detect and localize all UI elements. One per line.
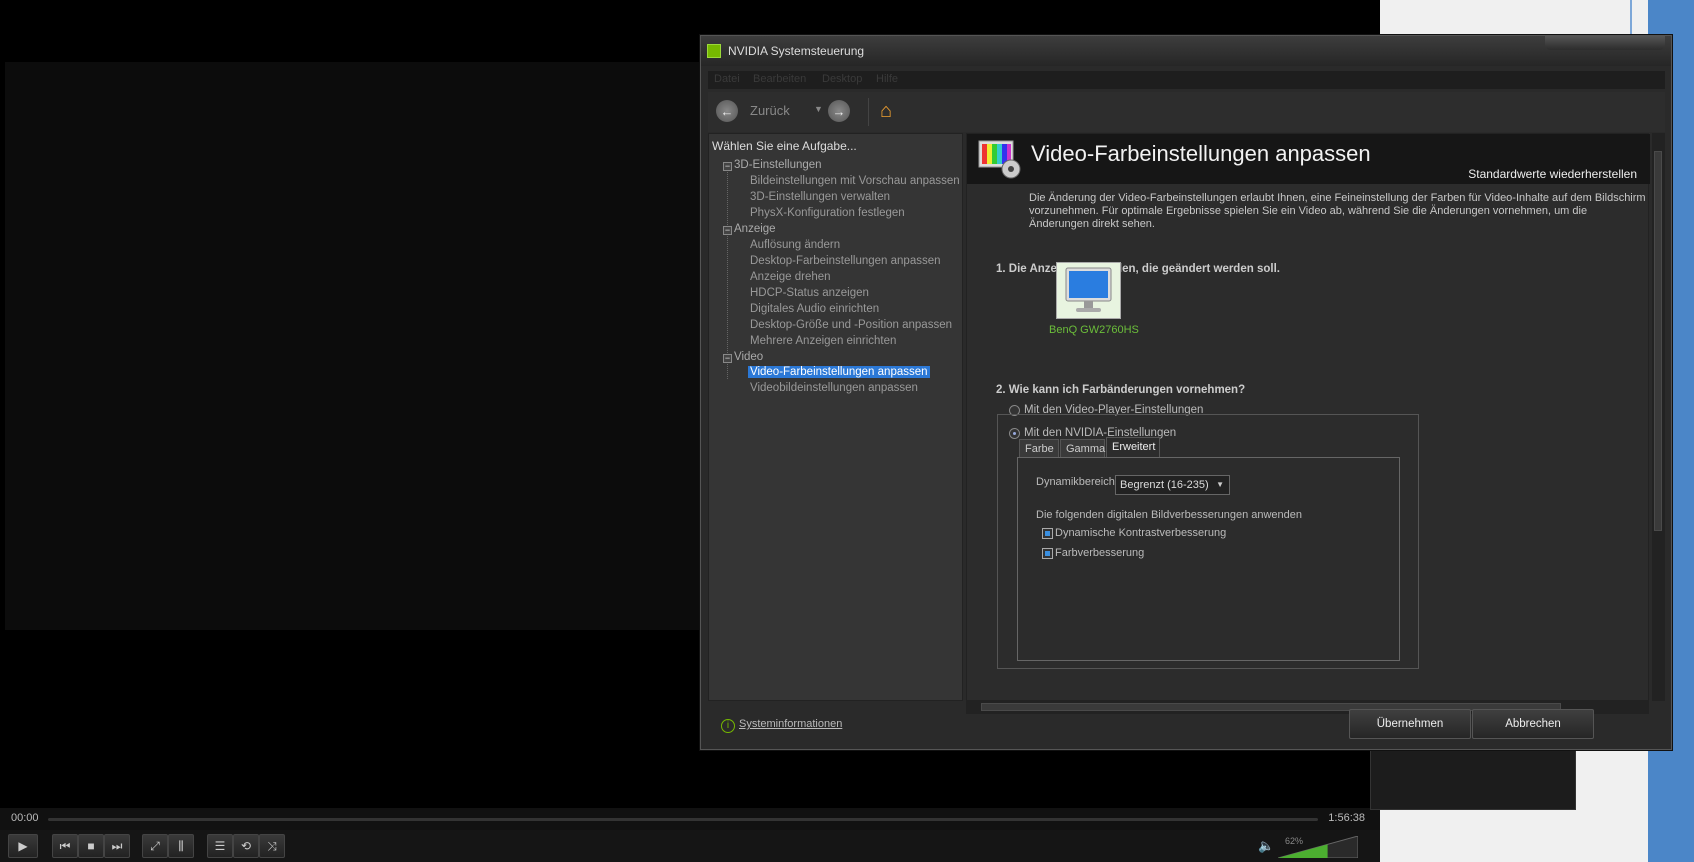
display-name[interactable]: BenQ GW2760HS xyxy=(1049,324,1139,336)
chevron-down-icon[interactable]: ▼ xyxy=(814,104,823,114)
play-icon: ▶ xyxy=(18,839,28,853)
collapse-icon[interactable]: − xyxy=(723,226,732,235)
enhancements-label: Die folgenden digitalen Bildverbesserung… xyxy=(1036,509,1303,521)
menu-bearbeiten[interactable]: Bearbeiten xyxy=(753,73,806,85)
chevron-down-icon: ▼ xyxy=(1216,480,1224,489)
checkbox-color[interactable] xyxy=(1042,548,1053,559)
forward-button[interactable]: → xyxy=(828,100,850,122)
tree-item-selected[interactable]: Video-Farbeinstellungen anpassen xyxy=(748,366,930,378)
previous-button[interactable]: ⏮ xyxy=(52,834,78,858)
back-button[interactable]: ← xyxy=(716,100,738,122)
collapse-icon[interactable]: − xyxy=(723,354,732,363)
stop-icon: ■ xyxy=(87,839,95,853)
next-button[interactable]: ⏭ xyxy=(104,834,130,858)
vertical-scroll-thumb[interactable] xyxy=(1654,151,1662,531)
content-header: Video-Farbeinstellungen anpassen Standar… xyxy=(967,134,1650,184)
dynamic-range-value: Begrenzt (16-235) xyxy=(1120,479,1209,491)
dynamic-range-select[interactable]: Begrenzt (16-235) ▼ xyxy=(1115,475,1230,495)
dynamic-range-label: Dynamikbereich: xyxy=(1036,476,1118,488)
section-method-title: 2. Wie kann ich Farbänderungen vornehmen… xyxy=(996,384,1246,396)
tab-panel-erweitert: Dynamikbereich: Begrenzt (16-235) ▼ Die … xyxy=(1017,457,1400,661)
shuffle-icon: ⤨ xyxy=(267,838,277,853)
tree-group-video[interactable]: Video xyxy=(734,351,763,363)
back-label[interactable]: Zurück xyxy=(750,103,790,118)
menu-datei[interactable]: Datei xyxy=(714,73,740,85)
tree-group-3d[interactable]: 3D-Einstellungen xyxy=(734,159,822,171)
menu-hilfe[interactable]: Hilfe xyxy=(876,73,898,85)
tab-erweitert[interactable]: Erweitert xyxy=(1106,437,1160,458)
time-total: 1:56:38 xyxy=(1328,812,1365,824)
restore-defaults-link[interactable]: Standardwerte wiederherstellen xyxy=(1468,167,1637,181)
tree-item[interactable]: Auflösung ändern xyxy=(750,239,840,251)
previous-icon: ⏮ xyxy=(59,838,71,853)
checkbox-color-label[interactable]: Farbverbesserung xyxy=(1055,547,1144,559)
equalizer-icon: ⫼ xyxy=(178,838,184,853)
toolbar-separator xyxy=(868,98,869,126)
monitor-icon xyxy=(1065,267,1112,312)
fullscreen-button[interactable]: ⤢ xyxy=(142,834,168,858)
tree-item[interactable]: Desktop-Größe und -Position anpassen xyxy=(750,319,952,331)
repeat-icon: ⟲ xyxy=(240,839,252,853)
apply-button[interactable]: Übernehmen xyxy=(1349,709,1471,739)
tree-group-anzeige[interactable]: Anzeige xyxy=(734,223,776,235)
player-controls: ▶ ⏮ ■ ⏭ ⤢ ⫼ ☰ ⟲ ⤨ 🔈 62% xyxy=(0,830,1380,862)
tree-item[interactable]: 3D-Einstellungen verwalten xyxy=(750,191,890,203)
info-icon[interactable]: i xyxy=(721,719,735,733)
playlist-icon: ☰ xyxy=(214,839,226,853)
window-title: NVIDIA Systemsteuerung xyxy=(728,44,865,58)
toolbar: ← Zurück ▼ → ⌂ xyxy=(708,92,1665,132)
shuffle-button[interactable]: ⤨ xyxy=(259,834,285,858)
stop-button[interactable]: ■ xyxy=(78,834,104,858)
next-icon: ⏭ xyxy=(111,838,123,853)
volume-percent: 62% xyxy=(1285,836,1304,846)
tree-item[interactable]: Desktop-Farbeinstellungen anpassen xyxy=(750,255,941,267)
tree-guide-line xyxy=(727,164,728,379)
description: Die Änderung der Video-Farbeinstellungen… xyxy=(1029,192,1646,230)
tab-gamma[interactable]: Gamma xyxy=(1060,439,1105,458)
display-tile[interactable] xyxy=(1056,262,1121,319)
content-panel: Video-Farbeinstellungen anpassen Standar… xyxy=(966,133,1650,701)
seek-row: 00:00 1:56:38 xyxy=(0,808,1380,830)
tree-item[interactable]: Anzeige drehen xyxy=(750,271,831,283)
playlist-button[interactable]: ☰ xyxy=(207,834,233,858)
tree-item[interactable]: PhysX-Konfiguration festlegen xyxy=(750,207,905,219)
equalizer-button[interactable]: ⫼ xyxy=(168,834,194,858)
task-panel: Wählen Sie eine Aufgabe... − 3D-Einstell… xyxy=(708,133,963,701)
tree-item[interactable]: Mehrere Anzeigen einrichten xyxy=(750,335,896,347)
nvidia-control-panel-window: NVIDIA Systemsteuerung Datei Bearbeiten … xyxy=(700,35,1672,750)
time-current: 00:00 xyxy=(11,812,39,824)
vertical-scrollbar[interactable] xyxy=(1652,133,1665,701)
video-color-icon xyxy=(978,140,1021,179)
checkbox-contrast-label[interactable]: Dynamische Kontrastverbesserung xyxy=(1055,527,1226,539)
title-bar[interactable]: NVIDIA Systemsteuerung xyxy=(701,36,1671,66)
system-info-link[interactable]: Systeminformationen xyxy=(739,718,842,730)
tree-item[interactable]: Videobildeinstellungen anpassen xyxy=(750,382,918,394)
tree-item[interactable]: Bildeinstellungen mit Vorschau anpassen xyxy=(750,175,960,187)
page-title: Video-Farbeinstellungen anpassen xyxy=(1031,141,1371,166)
checkbox-contrast[interactable] xyxy=(1042,528,1053,539)
tree-item[interactable]: Digitales Audio einrichten xyxy=(750,303,879,315)
speaker-icon[interactable]: 🔈 xyxy=(1258,838,1274,854)
radio-nvidia-settings[interactable] xyxy=(1009,428,1020,439)
window-controls[interactable] xyxy=(1545,36,1665,50)
play-button[interactable]: ▶ xyxy=(8,834,38,858)
tree-item[interactable]: HDCP-Status anzeigen xyxy=(750,287,869,299)
background-panel xyxy=(1370,740,1576,810)
seek-bar[interactable] xyxy=(48,818,1318,821)
cancel-button[interactable]: Abbrechen xyxy=(1472,709,1594,739)
home-icon[interactable]: ⌂ xyxy=(880,100,904,124)
menu-bar: Datei Bearbeiten Desktop Hilfe xyxy=(708,71,1665,89)
collapse-icon[interactable]: − xyxy=(723,162,732,171)
nvidia-logo-icon xyxy=(707,44,721,58)
arrow-left-icon: ← xyxy=(720,103,734,119)
arrow-right-icon: → xyxy=(832,103,846,119)
task-panel-header: Wählen Sie eine Aufgabe... xyxy=(712,139,857,153)
repeat-button[interactable]: ⟲ xyxy=(233,834,259,858)
section-display-title: 1. Die Anzeige auswählen, die geändert w… xyxy=(996,263,1280,275)
menu-desktop[interactable]: Desktop xyxy=(822,73,862,85)
tab-farbe[interactable]: Farbe xyxy=(1019,439,1059,458)
fullscreen-icon: ⤢ xyxy=(150,838,160,853)
